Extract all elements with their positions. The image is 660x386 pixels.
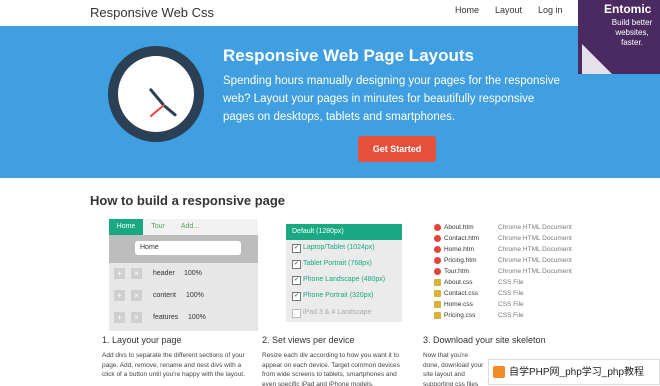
remove-icon[interactable]: × bbox=[131, 290, 142, 301]
clock-icon bbox=[108, 46, 204, 142]
row-label-header: header bbox=[153, 270, 175, 277]
get-started-button[interactable]: Get Started bbox=[358, 136, 436, 162]
clock-hour-hand bbox=[163, 104, 178, 117]
device-phone-portrait[interactable]: Phone Portrait (320px) bbox=[303, 292, 373, 299]
php-logo-icon bbox=[493, 366, 505, 378]
file-name[interactable]: Contact.htm bbox=[444, 235, 479, 242]
add-icon[interactable]: + bbox=[114, 312, 125, 323]
checkbox[interactable]: ✓ bbox=[292, 244, 301, 253]
entomic-logo[interactable]: Entomic bbox=[604, 2, 651, 16]
watermark-text: 自学PHP网_php学习_php教程 bbox=[509, 367, 645, 378]
add-icon[interactable]: + bbox=[114, 268, 125, 279]
step-2-text: Resize each div according to how you wan… bbox=[262, 352, 400, 386]
top-navbar: Responsive Web Css Home Layout Log in bbox=[0, 0, 660, 26]
device-laptop[interactable]: Laptop/Tablet (1024px) bbox=[303, 244, 375, 251]
device-tablet-portrait[interactable]: Tablet Portrait (768px) bbox=[303, 260, 372, 267]
hero-title: Responsive Web Page Layouts bbox=[223, 46, 474, 65]
step-2-title: 2. Set views per device bbox=[262, 335, 355, 345]
device-default-header[interactable]: Default (1280px) bbox=[286, 224, 402, 240]
ribbon-fold bbox=[582, 44, 612, 74]
row-label-content: content bbox=[153, 292, 176, 299]
device-ipad[interactable]: iPad 3 & 4 Landscape bbox=[303, 309, 372, 316]
nav-layout[interactable]: Layout bbox=[495, 5, 522, 15]
row-label-features: features bbox=[153, 314, 179, 321]
file-name[interactable]: Contact.css bbox=[444, 290, 478, 297]
tab-add[interactable]: Add... bbox=[173, 219, 207, 235]
nav-home[interactable]: Home bbox=[455, 5, 479, 15]
clock-face bbox=[118, 56, 194, 132]
chrome-file-icon bbox=[434, 246, 441, 253]
chrome-file-icon bbox=[434, 268, 441, 275]
css-file-icon bbox=[434, 279, 441, 286]
file-name[interactable]: Pricing.css bbox=[444, 312, 475, 319]
checkbox[interactable]: ✓ bbox=[292, 260, 301, 269]
brand-logo[interactable]: Responsive Web Css bbox=[90, 5, 214, 20]
file-type: Chrome HTML Document bbox=[498, 268, 572, 275]
step-1-text: Add divs to separate the different secti… bbox=[102, 352, 245, 378]
hero-description: Spending hours manually designing your p… bbox=[223, 75, 560, 123]
file-type: Chrome HTML Document bbox=[498, 224, 572, 231]
add-icon[interactable]: + bbox=[114, 290, 125, 301]
section-title: How to build a responsive page bbox=[90, 193, 286, 208]
file-type: Chrome HTML Document bbox=[498, 246, 572, 253]
file-name[interactable]: About.css bbox=[444, 279, 473, 286]
page-name-input[interactable]: Home bbox=[135, 241, 241, 255]
file-type: Chrome HTML Document bbox=[498, 235, 572, 242]
file-name[interactable]: Pricing.htm bbox=[444, 257, 477, 264]
nav-login[interactable]: Log in bbox=[538, 5, 563, 15]
clock-second-hand bbox=[149, 104, 165, 118]
css-file-icon bbox=[434, 301, 441, 308]
file-name[interactable]: About.htm bbox=[444, 224, 474, 231]
checkbox[interactable]: ✓ bbox=[292, 292, 301, 301]
checkbox[interactable] bbox=[292, 309, 301, 318]
file-type: CSS File bbox=[498, 312, 524, 319]
step-3-title: 3. Download your site skeleton bbox=[423, 335, 546, 345]
device-phone-landscape[interactable]: Phone Landscape (480px) bbox=[303, 276, 385, 283]
tab-tour[interactable]: Tour bbox=[143, 219, 173, 235]
chrome-file-icon bbox=[434, 257, 441, 264]
file-type: Chrome HTML Document bbox=[498, 257, 572, 264]
remove-icon[interactable]: × bbox=[131, 312, 142, 323]
editor-tabs: Home Tour Add... bbox=[109, 219, 258, 235]
chrome-file-icon bbox=[434, 235, 441, 242]
row-width-content: 100% bbox=[186, 292, 204, 299]
row-width-header: 100% bbox=[184, 270, 202, 277]
file-name[interactable]: Tour.htm bbox=[444, 268, 469, 275]
watermark-banner: 自学PHP网_php学习_php教程 bbox=[488, 359, 660, 385]
tab-home[interactable]: Home bbox=[109, 219, 143, 235]
css-file-icon bbox=[434, 312, 441, 319]
file-name[interactable]: Home.css bbox=[444, 301, 473, 308]
file-type: CSS File bbox=[498, 290, 524, 297]
step-3-text: Now that you're done, download your site… bbox=[423, 352, 484, 386]
step-1-title: 1. Layout your page bbox=[102, 335, 182, 345]
file-name[interactable]: Home.htm bbox=[444, 246, 474, 253]
checkbox[interactable]: ✓ bbox=[292, 276, 301, 285]
css-file-icon bbox=[434, 290, 441, 297]
ribbon-tagline: Build better websites, faster. bbox=[611, 18, 653, 47]
remove-icon[interactable]: × bbox=[131, 268, 142, 279]
row-width-features: 100% bbox=[188, 314, 206, 321]
chrome-file-icon bbox=[434, 224, 441, 231]
file-type: CSS File bbox=[498, 279, 524, 286]
file-type: CSS File bbox=[498, 301, 524, 308]
